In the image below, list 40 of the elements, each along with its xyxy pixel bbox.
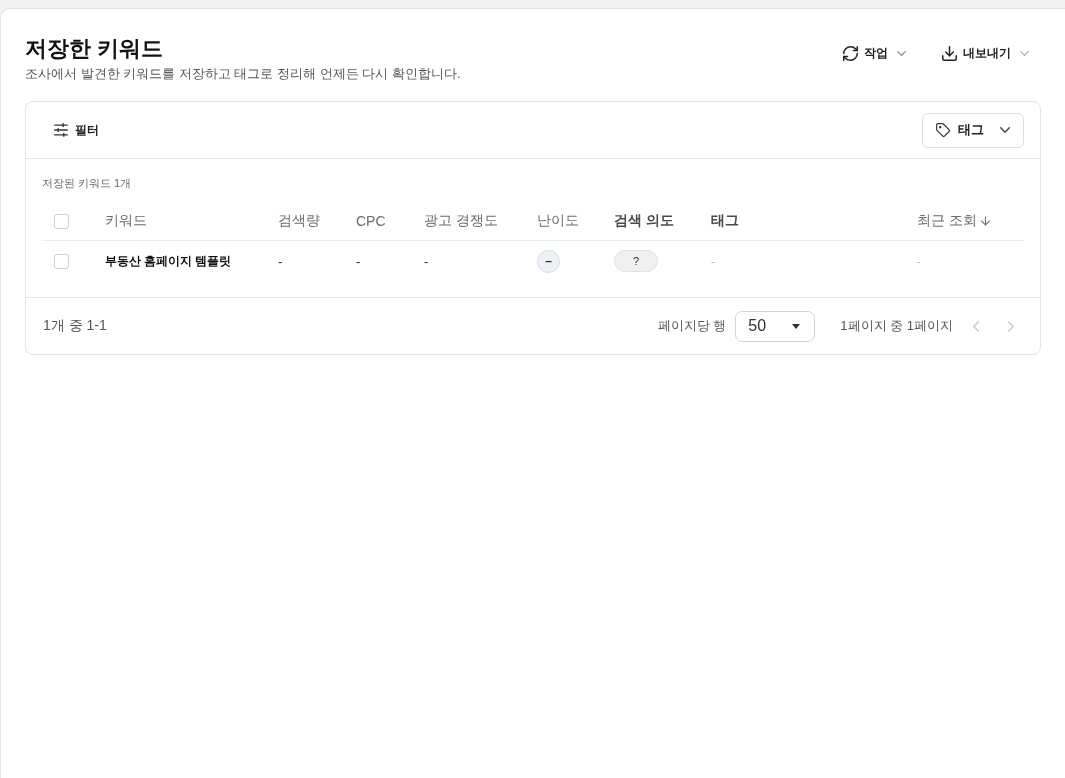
select-all-checkbox[interactable] xyxy=(54,213,69,229)
search-volume-cell: - xyxy=(278,253,283,269)
competition-cell: - xyxy=(424,253,429,269)
table-caption: 저장된 키워드 1개 xyxy=(42,176,133,191)
tags-cell: - xyxy=(711,255,715,267)
results-range: 1개 중 1-1 xyxy=(43,317,107,335)
page-info: 1페이지 중 1페이지 xyxy=(840,317,953,335)
row-checkbox[interactable] xyxy=(54,253,69,269)
last-viewed-cell: - xyxy=(917,255,921,267)
intent-badge: ? xyxy=(614,250,658,272)
tag-filter-button[interactable]: 태그 xyxy=(922,112,1024,148)
arrow-down-icon xyxy=(980,216,990,226)
download-icon xyxy=(942,46,957,61)
page-title: 저장한 키워드 xyxy=(25,35,165,63)
column-header[interactable]: 난이도 xyxy=(537,212,579,230)
rows-per-page-select[interactable]: 50 xyxy=(735,310,816,342)
column-header[interactable]: 최근 조회 xyxy=(917,212,990,230)
chevron-right-icon xyxy=(1008,320,1014,332)
filter-button[interactable]: 필터 xyxy=(42,115,111,145)
column-header[interactable]: CPC xyxy=(356,213,386,229)
export-menu-button[interactable]: 내보내기 xyxy=(934,41,1037,66)
chevron-down-icon xyxy=(1020,51,1029,56)
column-header[interactable]: 검색 의도 xyxy=(614,212,674,230)
tag-icon xyxy=(936,123,950,137)
task-menu-button[interactable]: 작업 xyxy=(835,41,914,66)
page-subtitle: 조사에서 발견한 키워드를 저장하고 태그로 정리해 언제든 다시 확인합니다. xyxy=(25,65,461,83)
column-header[interactable]: 검색량 xyxy=(278,212,320,230)
caret-icon xyxy=(792,323,801,329)
refresh-icon xyxy=(843,46,858,61)
chevron-left-icon xyxy=(973,320,979,332)
keyword-cell: 부동산 홈페이지 템플릿 xyxy=(105,253,232,269)
cpc-cell: - xyxy=(356,253,361,269)
column-header[interactable]: 키워드 xyxy=(105,212,147,230)
chevron-down-icon xyxy=(897,51,906,56)
chevron-down-icon xyxy=(1000,127,1010,133)
column-header[interactable]: 광고 경쟁도 xyxy=(424,212,498,230)
rows-per-page-label: 페이지당 행 xyxy=(657,317,727,335)
column-header[interactable]: 태그 xyxy=(711,212,739,230)
difficulty-badge: – xyxy=(537,249,560,273)
sliders-icon xyxy=(54,123,68,137)
